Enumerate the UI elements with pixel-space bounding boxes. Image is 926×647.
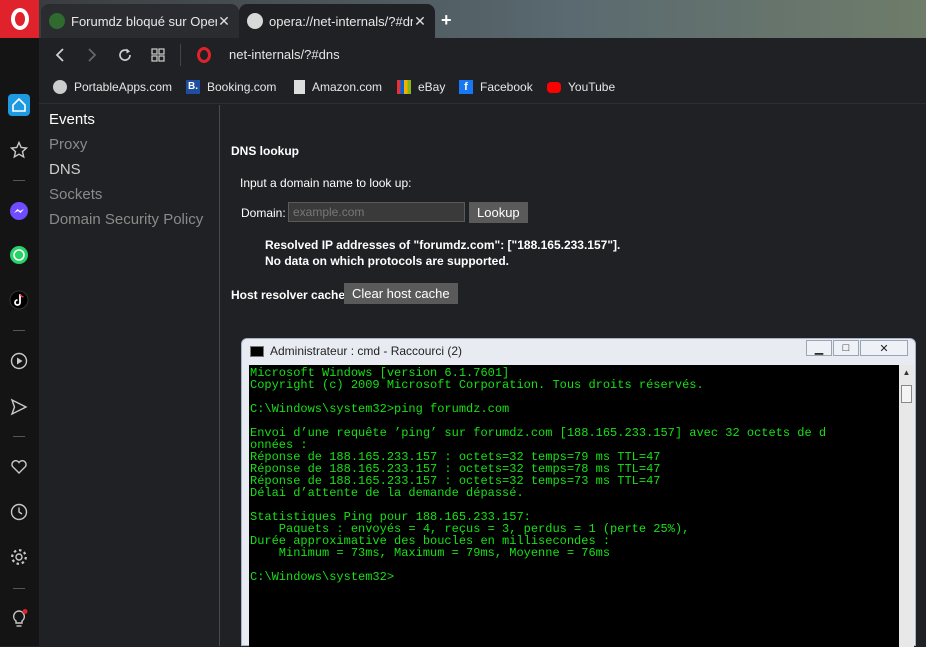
cmd-title: Administrateur : cmd - Raccourci (2) [270, 344, 463, 358]
history-icon[interactable] [8, 501, 30, 523]
lookup-button[interactable]: Lookup [469, 202, 528, 223]
ebay-icon [397, 80, 411, 94]
home-icon[interactable] [8, 94, 30, 116]
resolved-line: Resolved IP addresses of "forumdz.com": … [265, 238, 621, 252]
booking-icon: B. [186, 80, 200, 94]
bookmark-label: eBay [418, 80, 446, 94]
dns-heading: DNS lookup [231, 144, 299, 158]
protocols-line: No data on which protocols are supported… [265, 254, 510, 268]
bookmark-label: Booking.com [207, 80, 277, 94]
close-button[interactable]: ✕ [860, 340, 908, 356]
bookmark-portableapps[interactable]: PortableApps.com [53, 80, 172, 94]
close-tab-icon[interactable]: ✕ [217, 13, 231, 30]
new-tab-button[interactable]: + [441, 10, 452, 31]
tab-title: opera://net-internals/?#dns [269, 13, 413, 29]
cmd-window[interactable]: Administrateur : cmd - Raccourci (2) ▁ □… [241, 338, 916, 647]
nav-proxy[interactable]: Proxy [49, 136, 87, 153]
nav-events[interactable]: Events [49, 111, 95, 128]
globe-icon [247, 13, 263, 29]
maximize-button[interactable]: □ [833, 340, 859, 356]
whatsapp-icon[interactable] [8, 244, 30, 266]
bookmark-ebay[interactable]: eBay [397, 80, 445, 94]
bookmarks-bar: PortableApps.com B. Booking.com Amazon.c… [39, 72, 926, 104]
close-tab-icon[interactable]: ✕ [413, 13, 427, 30]
lookup-result: Resolved IP addresses of "forumdz.com": … [265, 237, 620, 269]
lightbulb-icon[interactable] [8, 608, 30, 630]
nav-domain-security-policy[interactable]: Domain Security Policy [49, 211, 203, 228]
bookmark-booking[interactable]: B. Booking.com [186, 80, 276, 94]
console-output[interactable]: Microsoft Windows [version 6.1.7601] Cop… [249, 365, 899, 647]
bookmark-label: Amazon.com [312, 80, 383, 94]
bookmark-youtube[interactable]: YouTube [547, 80, 615, 94]
reload-icon[interactable] [114, 44, 136, 66]
domain-label: Domain: [241, 206, 286, 220]
facebook-icon: f [459, 80, 473, 94]
youtube-icon [547, 81, 561, 93]
bookmark-facebook[interactable]: f Facebook [459, 80, 533, 94]
messenger-icon[interactable] [8, 200, 30, 222]
player-icon[interactable] [8, 350, 30, 372]
domain-input[interactable] [288, 202, 465, 222]
nav-dns[interactable]: DNS [49, 161, 81, 178]
tab-forumdz[interactable]: Forumdz bloqué sur Opera ✕ [41, 4, 239, 38]
url-field[interactable]: net-internals/?#dns [229, 47, 340, 62]
bookmark-label: YouTube [568, 80, 616, 94]
console-scrollbar[interactable]: ▲ [899, 365, 914, 647]
net-internals-nav: Events Proxy DNS Sockets Domain Security… [39, 105, 220, 646]
nav-sockets[interactable]: Sockets [49, 186, 102, 203]
minimize-button[interactable]: ▁ [806, 340, 832, 356]
send-icon[interactable] [8, 396, 30, 418]
dns-prompt: Input a domain name to look up: [240, 176, 412, 190]
tab-net-internals[interactable]: opera://net-internals/?#dns ✕ [239, 4, 435, 38]
opera-url-icon [197, 47, 211, 63]
opera-sidebar [0, 0, 39, 646]
heart-icon[interactable] [8, 456, 30, 478]
portableapps-icon [53, 80, 67, 94]
tab-title: Forumdz bloqué sur Opera [71, 13, 217, 29]
tab-bar: Forumdz bloqué sur Opera ✕ opera://net-i… [39, 0, 926, 38]
scroll-thumb[interactable] [901, 385, 912, 403]
opera-logo[interactable] [0, 0, 39, 38]
address-bar: net-internals/?#dns [39, 38, 926, 72]
forward-icon[interactable] [81, 44, 103, 66]
console-text: Microsoft Windows [version 6.1.7601] Cop… [250, 366, 827, 584]
document-icon [294, 80, 305, 94]
scroll-up-icon[interactable]: ▲ [899, 365, 914, 380]
back-icon[interactable] [49, 44, 71, 66]
bookmark-label: Facebook [480, 80, 533, 94]
star-icon[interactable] [8, 139, 30, 161]
host-cache-label: Host resolver cache [231, 288, 346, 302]
cmd-icon [250, 345, 264, 357]
bookmark-label: PortableApps.com [74, 80, 173, 94]
settings-icon[interactable] [8, 546, 30, 568]
tiktok-icon[interactable] [8, 289, 30, 311]
tabs-grid-icon[interactable] [147, 44, 169, 66]
forumdz-favicon-icon [49, 13, 65, 29]
bookmark-amazon[interactable]: Amazon.com [294, 80, 382, 94]
clear-host-cache-button[interactable]: Clear host cache [344, 283, 458, 304]
